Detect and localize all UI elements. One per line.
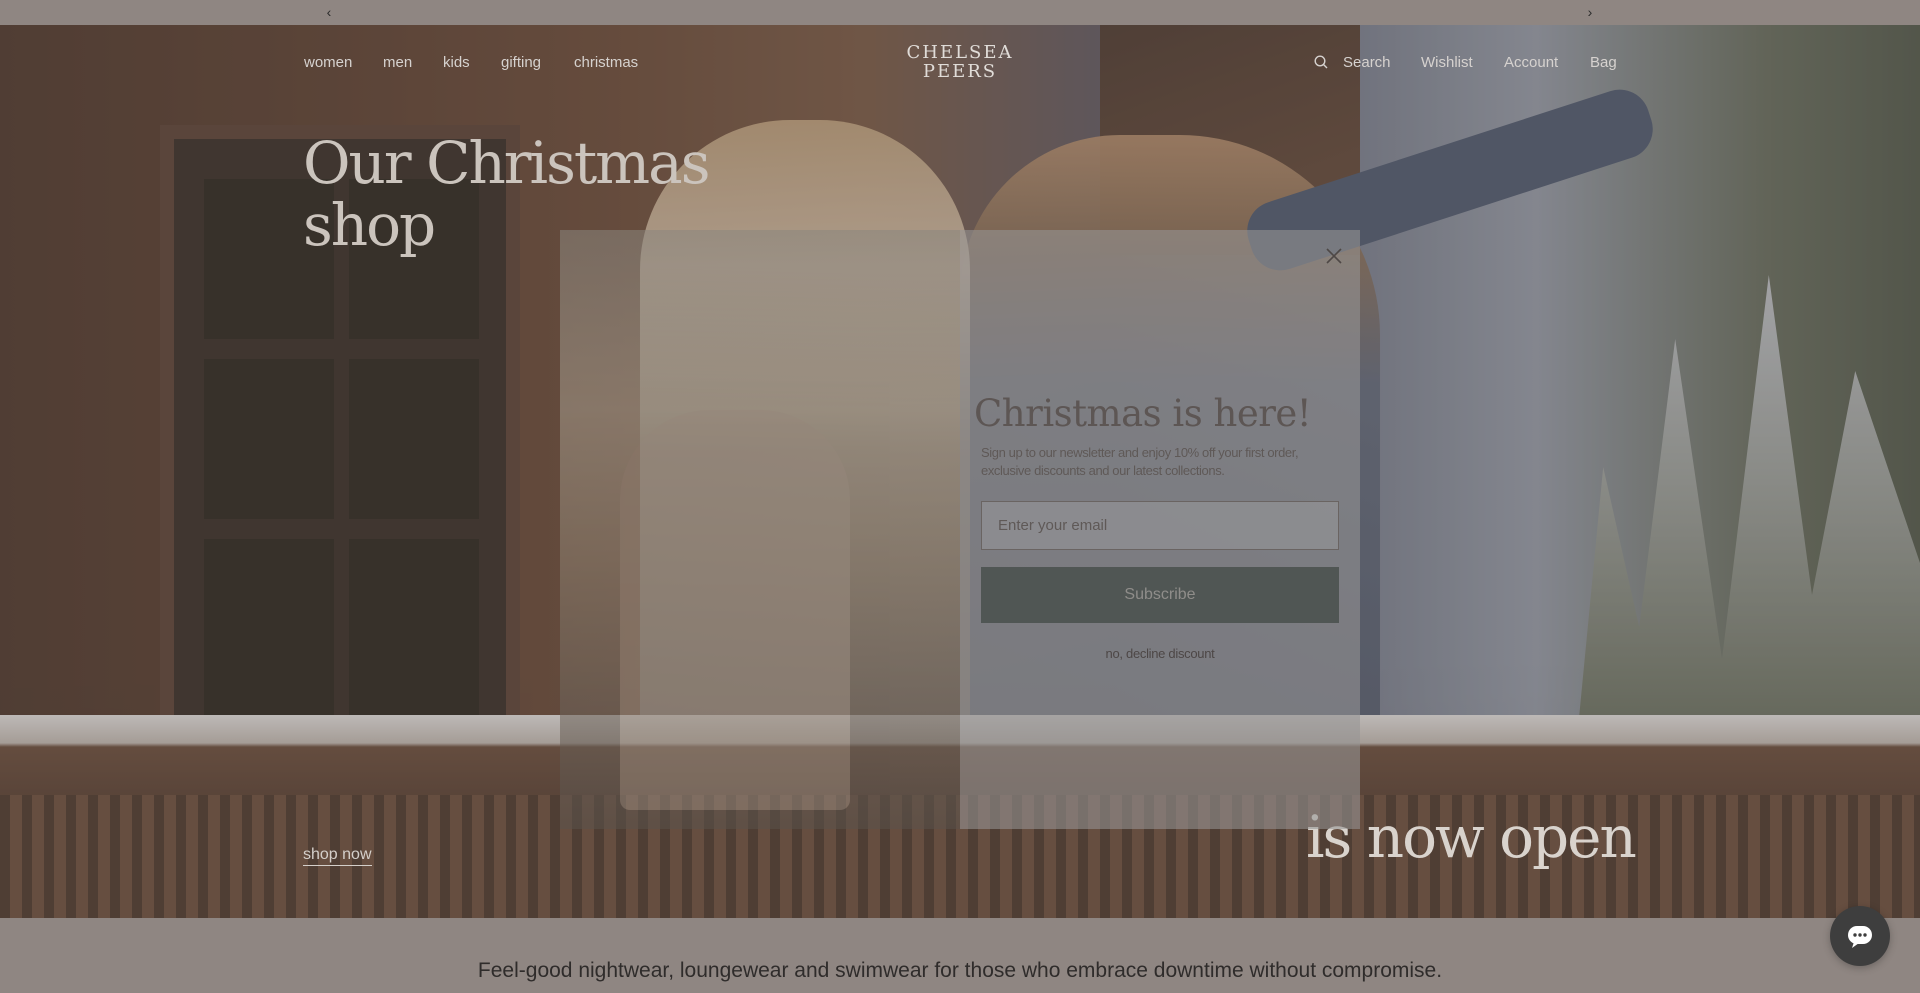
nav-item-men[interactable]: men bbox=[383, 53, 412, 73]
popup-description: Sign up to our newsletter and enjoy 10% … bbox=[981, 445, 1299, 478]
chat-button[interactable] bbox=[1830, 906, 1890, 966]
brand-tagline: Feel-good nightwear, loungewear and swim… bbox=[477, 959, 1443, 982]
nav-item-christmas[interactable]: christmas bbox=[574, 53, 638, 73]
close-icon[interactable] bbox=[1322, 244, 1346, 268]
popup-image bbox=[560, 230, 960, 829]
announcement-bar: ‹ › bbox=[0, 0, 1920, 25]
shop-now-link[interactable]: shop now bbox=[303, 845, 372, 866]
bag-link[interactable]: Bag bbox=[1590, 53, 1617, 73]
chat-icon bbox=[1848, 926, 1872, 948]
logo-line: CHELSEA bbox=[906, 42, 1014, 63]
search-icon[interactable] bbox=[1314, 55, 1328, 69]
nav-item-women[interactable]: women bbox=[304, 53, 352, 73]
logo-line: PEERS bbox=[922, 61, 998, 82]
decline-discount-link[interactable]: no, decline discount bbox=[981, 646, 1339, 661]
account-link[interactable]: Account bbox=[1504, 53, 1558, 73]
chevron-left-icon[interactable]: ‹ bbox=[321, 3, 337, 21]
popup-title: Christmas is here! bbox=[974, 392, 1312, 435]
popup-model-image bbox=[620, 410, 850, 810]
email-field[interactable] bbox=[981, 501, 1339, 550]
nav-item-kids[interactable]: kids bbox=[443, 53, 470, 73]
wishlist-link[interactable]: Wishlist bbox=[1421, 53, 1473, 73]
chevron-right-icon[interactable]: › bbox=[1582, 3, 1598, 21]
hero-title-line: Our Christmas bbox=[303, 129, 711, 197]
subscribe-button[interactable]: Subscribe bbox=[981, 567, 1339, 623]
nav-item-gifting[interactable]: gifting bbox=[501, 53, 541, 73]
search-link[interactable]: Search bbox=[1343, 53, 1391, 73]
brand-logo[interactable]: CHELSEA PEERS bbox=[900, 43, 1020, 81]
